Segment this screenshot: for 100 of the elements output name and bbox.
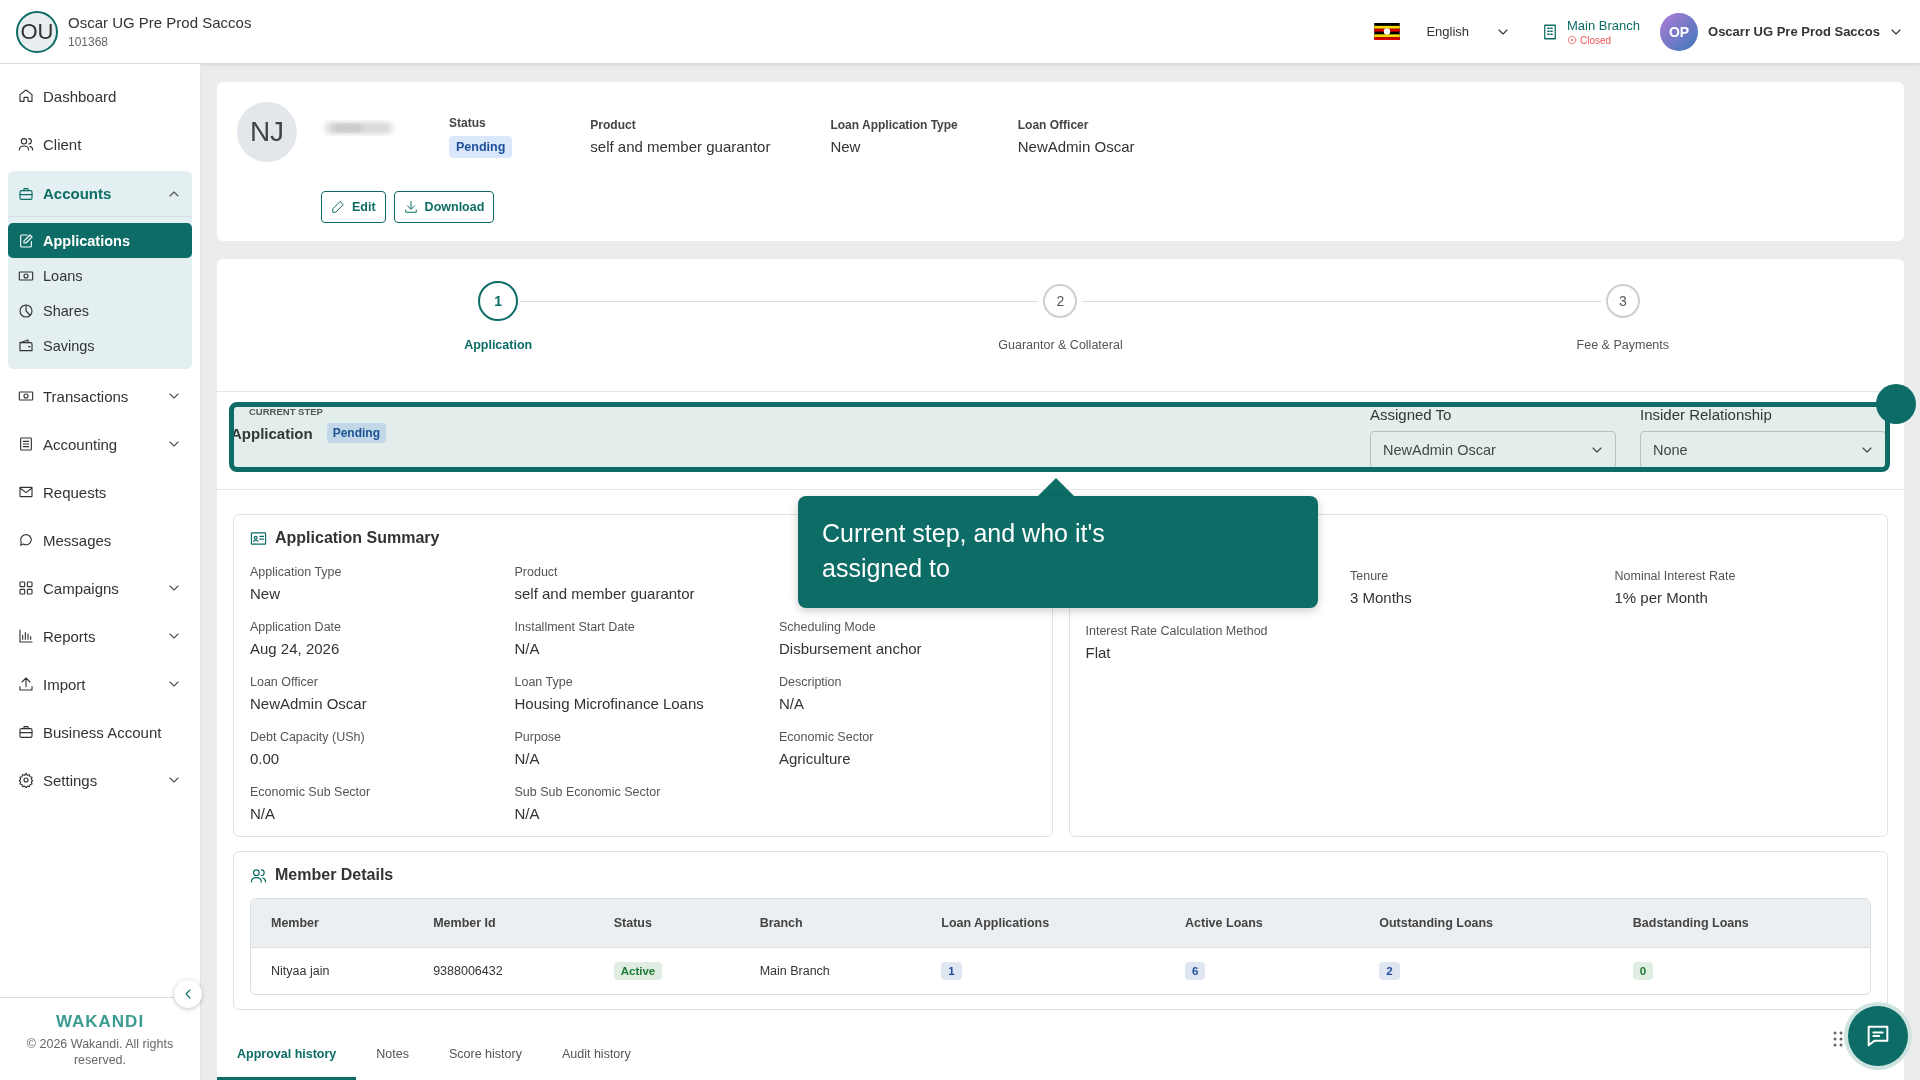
field-value: N/A [250, 805, 276, 822]
column-header: Loan Applications [921, 899, 1165, 947]
user-menu[interactable]: Oscarr UG Pre Prod Saccos [1708, 23, 1904, 40]
insider-relationship-dropdown[interactable]: None [1640, 431, 1886, 469]
field-value: Flat [1085, 644, 1112, 661]
field-value: NewAdmin Oscar [1017, 138, 1135, 155]
organization-avatar: OU [16, 10, 58, 53]
language-selector[interactable]: English [1426, 23, 1512, 40]
sidebar-item[interactable]: Requests [43, 483, 107, 501]
column-header: Badstanding Loans [1612, 899, 1870, 947]
field-value: 1% per Month [1614, 589, 1709, 606]
field-label: Loan Type [514, 675, 574, 689]
pie-icon [18, 302, 34, 319]
count-badge: 2 [1379, 962, 1400, 980]
settings-icon [18, 772, 34, 788]
briefcase-icon [18, 185, 34, 202]
field-label: Scheduling Mode [779, 620, 877, 634]
sidebar-item[interactable]: Dashboard [43, 87, 117, 105]
field-value: self and member guarantor [590, 138, 771, 155]
field-label: Economic Sub Sector [250, 785, 372, 799]
sidebar-subitem[interactable]: Savings [8, 328, 192, 363]
column-header: Active Loans [1165, 899, 1360, 947]
field-label: Nominal Interest Rate [1614, 569, 1737, 583]
organization-code: 101368 [68, 35, 110, 49]
upload-icon [18, 676, 34, 692]
people-icon [250, 866, 267, 884]
field-value: Aug 24, 2026 [250, 640, 341, 657]
sidebar-subitem[interactable]: Shares [8, 293, 192, 328]
document-pencil-icon [18, 232, 34, 249]
tour-tooltip: Current step, and who it's assigned to [798, 496, 1318, 608]
drag-handle-icon[interactable] [1832, 1030, 1844, 1048]
field-label: Loan Officer [250, 675, 319, 689]
close-circle-icon [1567, 35, 1578, 45]
download-button[interactable]: Download [393, 191, 495, 223]
table-cell: 9388006432 [433, 964, 503, 978]
step-label[interactable]: Guarantor & Collateral [998, 338, 1123, 352]
field-value: Housing Microfinance Loans [514, 695, 705, 712]
current-step-name: Application [231, 424, 313, 442]
field-value: Disbursement anchor [779, 640, 923, 657]
field-value: N/A [514, 750, 541, 767]
sidebar-item[interactable]: Transactions [43, 387, 129, 405]
sidebar-item[interactable]: Accounting [43, 435, 118, 453]
edit-button[interactable]: Edit [321, 191, 386, 223]
tab[interactable]: Audit history [541, 1030, 651, 1080]
bar-chart-icon [18, 628, 34, 644]
step-number[interactable]: 1 [478, 281, 519, 321]
field-value: 3 Months [1350, 589, 1413, 606]
sidebar-item[interactable]: Client [43, 135, 82, 153]
section-title: Application Summary [275, 529, 440, 547]
chat-button[interactable] [1848, 1006, 1908, 1066]
sidebar-item[interactable]: Reports [43, 627, 96, 645]
field-value: N/A [514, 805, 541, 822]
field-value: New [250, 585, 281, 602]
sidebar-subitem[interactable]: Loans [8, 258, 192, 293]
field-label: Assigned To [1370, 406, 1453, 423]
user-avatar[interactable]: OP [1660, 12, 1698, 51]
step-number[interactable]: 3 [1605, 284, 1640, 318]
column-header: Member [251, 899, 414, 947]
sidebar-item[interactable]: Campaigns [43, 579, 119, 597]
assignee-dropdown[interactable]: NewAdmin Oscar [1370, 431, 1616, 469]
count-badge: Active [613, 962, 663, 980]
field-label: Purpose [514, 730, 563, 744]
sidebar-item[interactable]: Business Account [43, 723, 162, 741]
step-label[interactable]: Application [464, 338, 533, 352]
grid-icon [18, 580, 34, 596]
field-label: Application Type [250, 565, 343, 579]
banknote-icon [18, 388, 34, 404]
sidebar-subitem[interactable]: Applications [8, 223, 192, 258]
tab[interactable]: Score history [429, 1030, 542, 1080]
field-label: Interest Rate Calculation Method [1085, 624, 1269, 638]
table-cell: Nityaa jain [271, 964, 330, 978]
count-badge: 0 [1632, 962, 1654, 980]
current-step-caption: CURRENT STEP [249, 406, 324, 417]
chat-bubble-icon [18, 532, 34, 548]
step-number[interactable]: 2 [1043, 284, 1078, 318]
pencil-icon [331, 200, 345, 214]
table-cell: Main Branch [759, 964, 830, 978]
field-label: Loan Application Type [830, 118, 958, 132]
field-label: Sub Sub Economic Sector [514, 785, 662, 799]
field-label: Installment Start Date [514, 620, 636, 634]
branch-status: Closed [1580, 34, 1612, 46]
wallet-icon [18, 337, 34, 354]
tab[interactable]: Notes [356, 1030, 429, 1080]
sidebar-item[interactable]: Import [43, 675, 86, 693]
sidebar-item[interactable]: Settings [43, 771, 98, 789]
tab[interactable]: Approval history [217, 1030, 357, 1080]
field-value: N/A [779, 695, 805, 712]
count-badge: 1 [941, 962, 962, 980]
people-icon [18, 136, 34, 152]
field-value: NewAdmin Oscar [250, 695, 368, 712]
sidebar-item[interactable]: Messages [43, 531, 112, 549]
id-card-icon [250, 529, 267, 547]
branch-name[interactable]: Main Branch [1567, 17, 1640, 33]
column-header: Outstanding Loans [1359, 899, 1613, 947]
briefcase-icon [18, 724, 34, 740]
field-label: Product [514, 565, 559, 579]
home-icon [18, 88, 34, 104]
sidebar-item[interactable]: Accounts [43, 185, 112, 202]
copyright-text: © 2026 Wakandi. All rights reserved. [25, 1035, 175, 1068]
step-label[interactable]: Fee & Payments [1576, 338, 1669, 352]
